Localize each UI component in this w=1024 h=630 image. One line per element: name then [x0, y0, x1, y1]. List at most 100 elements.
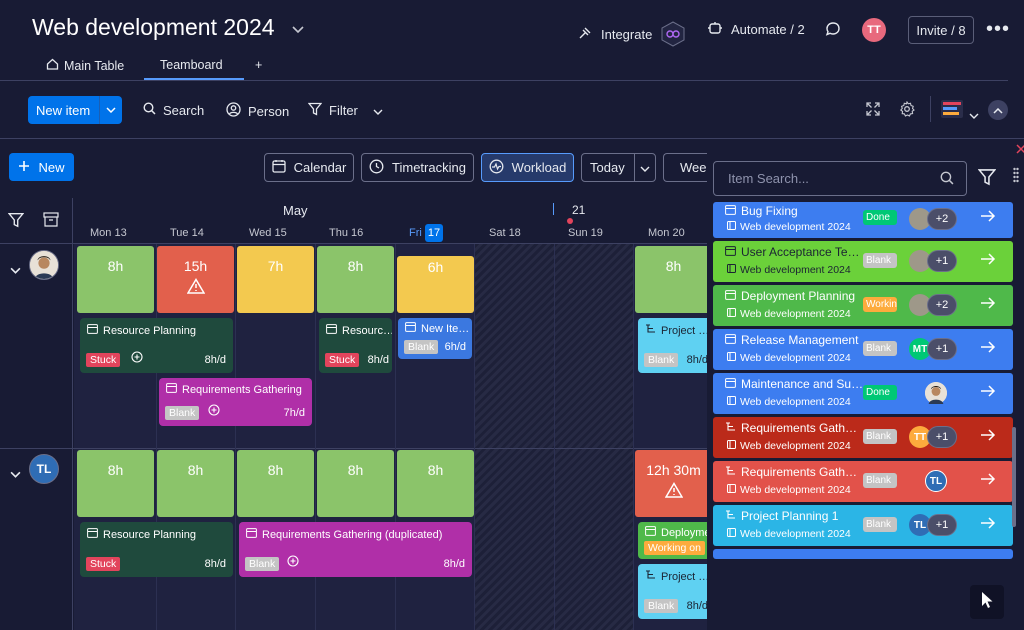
user-avatar[interactable]: TT — [862, 18, 886, 42]
capacity-cell[interactable]: 8h — [77, 450, 154, 517]
item-title: Project Planning 1 — [741, 509, 839, 523]
tab-teamboard-label: Teamboard — [160, 58, 223, 72]
drag-handle-icon[interactable] — [1013, 167, 1019, 188]
view-switcher-icon[interactable] — [941, 100, 963, 123]
arrow-right-icon[interactable] — [980, 340, 996, 357]
list-item[interactable]: User Acceptance Te… Web development 2024… — [713, 241, 1013, 282]
new-item-button[interactable]: New item — [28, 96, 122, 124]
task-card[interactable]: Requirements Gathering (duplicated) Blan… — [239, 522, 472, 577]
chevron-down-icon[interactable] — [10, 261, 21, 279]
person-avatar-photo[interactable] — [29, 250, 59, 280]
chevron-down-icon[interactable] — [969, 106, 979, 124]
list-item[interactable]: Maintenance and Su… Web development 2024… — [713, 373, 1013, 414]
filter-icon[interactable] — [7, 212, 25, 233]
arrow-right-icon[interactable] — [980, 428, 996, 445]
pointer-tool-button[interactable] — [970, 585, 1004, 619]
search-label: Search — [163, 102, 205, 118]
expand-icon[interactable] — [866, 102, 880, 121]
collapse-header-button[interactable] — [988, 100, 1008, 120]
panel-scrollbar[interactable] — [1012, 427, 1016, 527]
status-badge: Working on — [644, 541, 705, 555]
day-header-fri: Fri — [409, 227, 422, 239]
add-view-button[interactable]: + — [255, 58, 262, 72]
day-header-thu16: Thu 16 — [329, 227, 364, 239]
task-card[interactable]: Project … Blank 8h/d — [638, 564, 712, 619]
person-avatar[interactable]: TL — [29, 454, 59, 484]
task-title: Requirements Gathering (duplicated) — [262, 528, 443, 541]
day-header-tue14: Tue 14 — [170, 227, 204, 239]
task-title: Project … — [661, 570, 710, 583]
capacity-cell[interactable]: 8h — [77, 246, 154, 313]
filter-button[interactable]: Filter — [307, 102, 383, 119]
invite-button[interactable]: Invite / 8 — [908, 16, 974, 44]
task-card[interactable]: Requirements Gathering Blank 7h/d — [159, 378, 312, 426]
arrow-right-icon[interactable] — [980, 516, 996, 533]
capacity-cell[interactable]: 8h — [317, 246, 394, 313]
tab-main-table[interactable]: Main Table — [46, 58, 124, 73]
avatar-photo — [925, 382, 947, 404]
task-card[interactable]: Project … Blank 8h/d — [638, 318, 712, 373]
capacity-cell[interactable]: 6h — [397, 256, 474, 313]
add-update-icon[interactable] — [131, 351, 143, 366]
list-item[interactable]: Requirements Gath… Web development 2024 … — [713, 461, 1013, 502]
home-icon — [46, 58, 59, 73]
task-card[interactable]: Deployme… Working on — [638, 522, 712, 559]
today-button[interactable]: Today — [581, 153, 656, 182]
list-item[interactable]: Bug Fixing Web development 2024 Done +2 — [713, 202, 1013, 238]
automate-button[interactable]: Automate / 2 — [707, 21, 805, 38]
arrow-right-icon[interactable] — [980, 209, 996, 226]
item-search-input[interactable]: Item Search... — [713, 161, 967, 196]
today-label: Today — [590, 160, 625, 175]
hours-per-day: 8h/d — [204, 354, 226, 366]
workload-button[interactable]: Workload — [481, 153, 574, 182]
capacity-cell[interactable]: 8h — [237, 450, 314, 517]
chevron-down-icon[interactable] — [635, 160, 655, 175]
new-button[interactable]: New — [9, 153, 74, 181]
integrate-button[interactable]: Integrate — [578, 21, 686, 47]
task-title: New Ite… — [421, 322, 470, 335]
capacity-cell[interactable]: 8h — [635, 246, 712, 313]
list-item[interactable]: Deployment Planning Web development 2024… — [713, 285, 1013, 326]
capacity-cell-overloaded[interactable]: 12h 30m — [635, 450, 712, 517]
arrow-right-icon[interactable] — [980, 472, 996, 489]
filter-icon[interactable] — [977, 168, 997, 191]
timetracking-button[interactable]: Timetracking — [361, 153, 474, 182]
capacity-cell[interactable]: 8h — [317, 450, 394, 517]
add-update-icon[interactable] — [208, 404, 220, 419]
list-item[interactable]: Project Planning 1 Web development 2024 … — [713, 505, 1013, 546]
settings-gear-icon[interactable] — [899, 100, 915, 122]
arrow-right-icon[interactable] — [980, 252, 996, 269]
capacity-cell[interactable]: 7h — [237, 246, 314, 313]
person-filter-button[interactable]: Person — [226, 102, 289, 120]
archive-icon[interactable] — [43, 212, 59, 232]
item-icon — [725, 204, 736, 218]
chat-icon[interactable] — [825, 21, 841, 42]
close-icon[interactable] — [1016, 141, 1024, 157]
more-menu-icon[interactable]: ••• — [986, 18, 1010, 41]
tab-teamboard[interactable]: Teamboard — [160, 58, 223, 72]
search-button[interactable]: Search — [143, 102, 204, 118]
chevron-down-icon[interactable] — [292, 22, 304, 37]
calendar-button[interactable]: Calendar — [264, 153, 354, 182]
chevron-down-icon[interactable] — [100, 105, 122, 116]
week-button[interactable]: Week — [663, 153, 711, 182]
task-card[interactable]: Resource Planning Stuck 8h/d — [80, 522, 233, 577]
grid-line — [633, 244, 634, 630]
list-item[interactable]: Release Management Web development 2024 … — [713, 329, 1013, 370]
board-title[interactable]: Web development 2024 — [32, 14, 275, 41]
task-card[interactable]: Resourc… Stuck 8h/d — [319, 318, 392, 373]
task-card[interactable]: New Ite… Blank 6h/d — [398, 318, 472, 359]
capacity-cell-overloaded[interactable]: 15h — [157, 246, 234, 313]
add-update-icon[interactable] — [287, 555, 299, 570]
row-divider — [0, 448, 708, 449]
task-title: Project … — [661, 324, 710, 337]
arrow-right-icon[interactable] — [980, 296, 996, 313]
chevron-down-icon[interactable] — [10, 465, 21, 483]
automate-label: Automate / 2 — [731, 22, 805, 37]
arrow-right-icon[interactable] — [980, 384, 996, 401]
list-item[interactable]: Requirements Gath… Web development 2024 … — [713, 417, 1013, 458]
list-item[interactable] — [713, 549, 1013, 559]
capacity-cell[interactable]: 8h — [397, 450, 474, 517]
capacity-cell[interactable]: 8h — [157, 450, 234, 517]
task-card[interactable]: Resource Planning Stuck 8h/d — [80, 318, 233, 373]
